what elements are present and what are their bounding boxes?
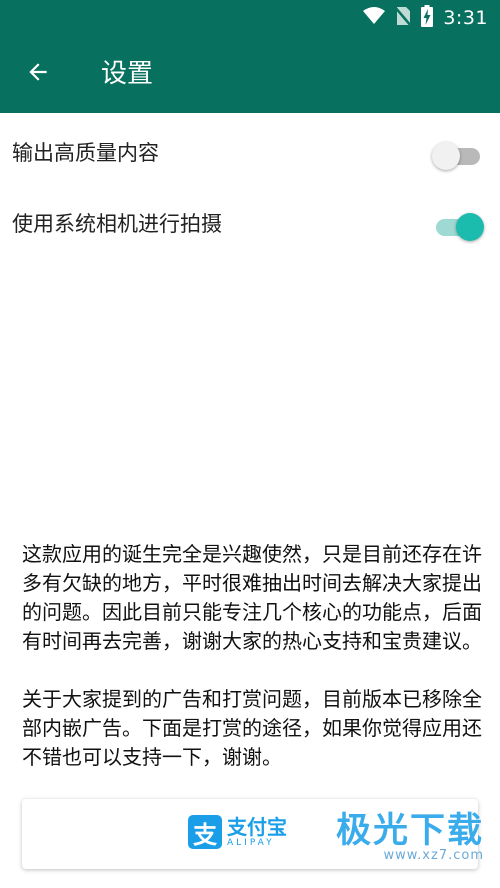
about-paragraph-2: 关于大家提到的广告和打赏问题，目前版本已移除全部内嵌广告。下面是打赏的途径，如果…: [22, 687, 482, 769]
wifi-icon: [363, 7, 386, 29]
setting-label-system-camera: 使用系统相机进行拍摄: [12, 212, 222, 236]
watermark: 极光下载 www.xz7.com: [336, 811, 484, 863]
system-camera-toggle[interactable]: [432, 210, 484, 241]
toggle-thumb: [456, 213, 484, 241]
no-sim-icon: [394, 6, 413, 30]
alipay-name: 支付宝: [227, 814, 287, 839]
setting-row-system-camera[interactable]: 使用系统相机进行拍摄: [0, 190, 500, 260]
setting-row-high-quality[interactable]: 输出高质量内容: [0, 119, 500, 189]
arrow-back-icon: [25, 59, 51, 89]
toolbar: 设置: [0, 36, 500, 113]
about-text: 这款应用的诞生完全是兴趣使然，只是目前还存在许多有欠缺的地方，平时很难抽出时间去…: [22, 540, 482, 772]
battery-charging-icon: [421, 5, 434, 31]
alipay-icon: 支: [188, 815, 222, 849]
alipay-wordmark: 支付宝 ALIPAY: [227, 816, 287, 849]
high-quality-toggle[interactable]: [432, 139, 484, 170]
toggle-thumb: [432, 142, 460, 170]
alipay-logo: 支 支付宝 ALIPAY: [188, 815, 287, 849]
status-icons: 3:31: [363, 5, 488, 31]
status-bar: 3:31: [0, 0, 500, 36]
setting-label-high-quality: 输出高质量内容: [12, 141, 159, 165]
page-title: 设置: [101, 59, 154, 89]
status-time: 3:31: [443, 7, 488, 29]
alipay-name-en: ALIPAY: [227, 837, 275, 848]
about-paragraph-1: 这款应用的诞生完全是兴趣使然，只是目前还存在许多有欠缺的地方，平时很难抽出时间去…: [22, 542, 482, 653]
watermark-title: 极光下载: [335, 811, 484, 851]
back-button[interactable]: [14, 50, 62, 98]
watermark-url: www.xz7.com: [383, 848, 484, 863]
